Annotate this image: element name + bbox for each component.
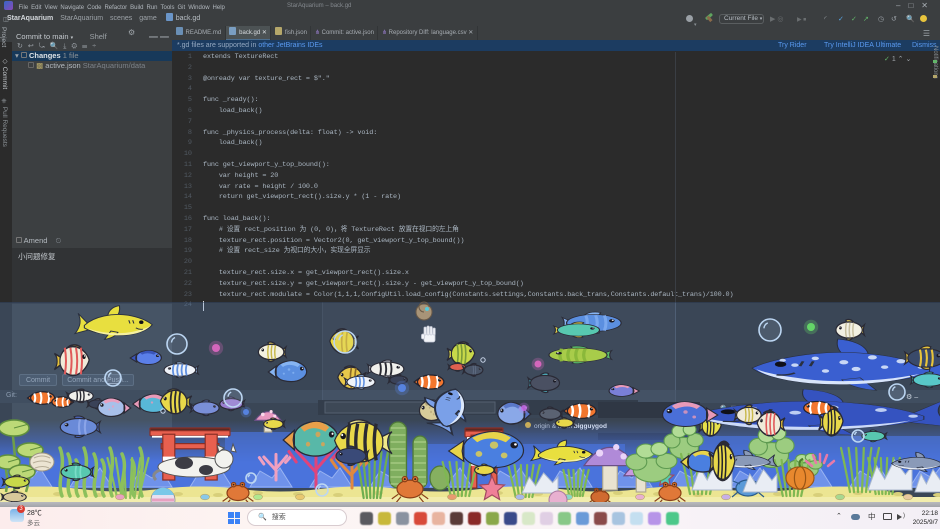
svg-text:⚙ –: ⚙ – [906, 393, 918, 401]
